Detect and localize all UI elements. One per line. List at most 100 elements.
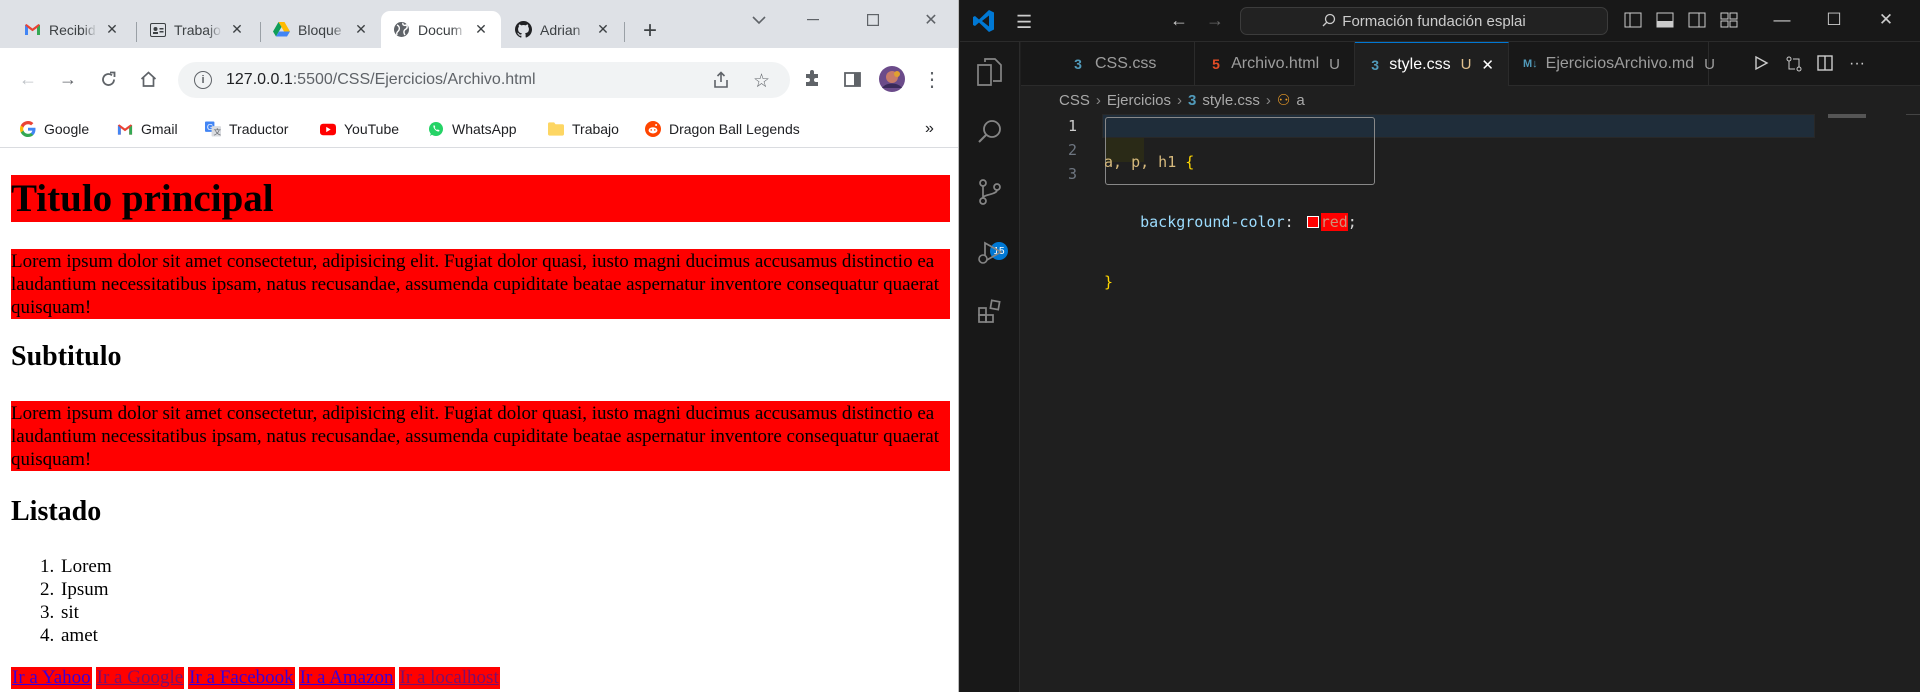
tab-label: EjerciciosArchivo.md (1545, 55, 1695, 72)
close-window-icon[interactable]: ✕ (916, 8, 946, 32)
bookmark-star-icon[interactable]: ☆ (753, 70, 770, 93)
split-editor-icon[interactable] (1817, 55, 1835, 73)
editor-tabs: 3 CSS.css 5 Archivo.html U 3 style.css U… (1021, 42, 1920, 86)
link-google[interactable]: Ir a Google (95, 667, 185, 689)
list-item: 2. Ipsum (40, 578, 112, 601)
search-icon[interactable] (972, 114, 1008, 150)
close-window-icon[interactable]: ✕ (1866, 10, 1906, 30)
tab-title: Adrian (540, 21, 581, 38)
bookmark-traductor[interactable]: G文 Traductor (205, 116, 288, 142)
link-facebook[interactable]: Ir a Facebook (188, 667, 295, 689)
breadcrumb-item[interactable]: a (1296, 92, 1304, 109)
css-file-icon: 3 (1074, 56, 1082, 72)
paragraph-1: Lorem ipsum dolor sit amet consectetur, … (11, 249, 950, 319)
tab-github[interactable]: Adrian ✕ (503, 11, 623, 48)
forward-icon[interactable]: → (54, 65, 82, 93)
gmail-icon (117, 121, 133, 137)
bookmark-folder-trabajo[interactable]: Trabajo (548, 116, 619, 142)
back-icon[interactable]: ← (1170, 10, 1188, 31)
compare-changes-icon[interactable] (1785, 55, 1803, 73)
close-icon[interactable]: ✕ (353, 21, 369, 38)
command-center-search[interactable]: Formación fundación esplai (1240, 7, 1608, 35)
link-yahoo[interactable]: Ir a Yahoo (11, 667, 92, 689)
subheading-listado: Listado (11, 496, 102, 527)
tab-css-css[interactable]: 3 CSS.css (1055, 42, 1195, 86)
hamburger-menu-icon[interactable]: ☰ (1016, 12, 1038, 32)
address-bar[interactable]: i 127.0.0.1:5500/CSS/Ejercicios/Archivo.… (178, 62, 790, 98)
breadcrumb-item[interactable]: Ejercicios (1107, 92, 1171, 109)
customize-layout-icon[interactable] (1720, 11, 1738, 29)
tab-trabajo[interactable]: Trabajo ✕ (137, 11, 257, 48)
code-editor[interactable]: a, p, h1 { background-color: red; } (1104, 114, 1357, 330)
tab-style-css[interactable]: 3 style.css U ✕ (1355, 42, 1509, 86)
breadcrumb-item[interactable]: style.css (1202, 92, 1260, 109)
svg-text:文: 文 (213, 127, 221, 137)
share-icon[interactable] (712, 71, 730, 94)
search-icon (1322, 13, 1336, 30)
chevron-right-icon: › (1095, 91, 1101, 109)
bookmarks-overflow-button[interactable]: » (925, 116, 934, 142)
breadcrumb-item[interactable]: CSS (1059, 92, 1090, 109)
css-file-icon: 3 (1371, 56, 1380, 73)
close-icon[interactable]: ✕ (595, 21, 611, 38)
new-tab-button[interactable]: + (636, 17, 664, 45)
google-icon (20, 121, 36, 137)
bookmark-gmail[interactable]: Gmail (117, 116, 178, 142)
bookmark-youtube[interactable]: YouTube (320, 116, 399, 142)
bookmark-label: WhatsApp (452, 121, 517, 137)
tab-archivo-html[interactable]: 5 Archivo.html U (1195, 42, 1355, 86)
links-row: Ir a Yahoo Ir a Google Ir a Facebook Ir … (11, 667, 504, 689)
code-line: background-color: red; (1104, 210, 1357, 234)
link-amazon[interactable]: Ir a Amazon (298, 667, 395, 689)
maximize-icon[interactable] (858, 8, 888, 32)
reload-icon[interactable] (94, 65, 122, 93)
explorer-files-icon[interactable] (972, 54, 1008, 90)
css-property: background-color (1140, 213, 1285, 231)
tab-strip: Recibid ✕ Trabajo ✕ Bloque ✕ Docum ✕ Adr… (0, 0, 958, 48)
bookmark-google[interactable]: Google (20, 116, 89, 142)
color-swatch-icon[interactable] (1306, 216, 1319, 228)
open-brace: { (1185, 153, 1195, 171)
side-panel-icon[interactable] (838, 65, 866, 93)
chevron-right-icon: › (1265, 91, 1271, 109)
home-icon[interactable] (134, 65, 162, 93)
minimize-icon[interactable]: — (1762, 10, 1802, 30)
reddit-icon (645, 121, 661, 137)
back-icon[interactable]: ← (14, 65, 42, 93)
gmail-icon (24, 21, 41, 38)
minimap[interactable] (1828, 114, 1866, 118)
avatar[interactable] (878, 65, 906, 93)
contact-icon (149, 21, 166, 38)
link-localhost[interactable]: Ir a localhost (398, 667, 500, 689)
extensions-icon[interactable] (798, 65, 826, 93)
extensions-icon[interactable] (972, 294, 1008, 330)
tab-ejercicios-md[interactable]: M↓ EjerciciosArchivo.md U (1509, 42, 1715, 86)
forward-icon[interactable]: → (1206, 10, 1224, 31)
close-icon[interactable]: ✕ (1481, 56, 1494, 74)
toggle-primary-sidebar-icon[interactable] (1624, 11, 1642, 29)
close-icon[interactable]: ✕ (473, 21, 489, 38)
tab-drive[interactable]: Bloque ✕ (261, 11, 381, 48)
tab-documento[interactable]: Docum ✕ (381, 11, 501, 48)
minimize-icon[interactable] (798, 8, 828, 32)
close-icon[interactable]: ✕ (104, 21, 120, 38)
source-control-icon[interactable] (972, 174, 1008, 210)
tab-search-chevron-icon[interactable] (744, 8, 774, 32)
info-icon[interactable]: i (194, 71, 212, 89)
tab-gmail[interactable]: Recibid ✕ (12, 11, 132, 48)
url-text[interactable]: 127.0.0.1:5500/CSS/Ejercicios/Archivo.ht… (226, 71, 536, 89)
list-number: 3. (40, 602, 55, 623)
toggle-panel-icon[interactable] (1656, 11, 1674, 29)
toggle-secondary-sidebar-icon[interactable] (1688, 11, 1706, 29)
bookmark-whatsapp[interactable]: WhatsApp (428, 116, 517, 142)
bookmark-dragon-ball-legends[interactable]: Dragon Ball Legends (645, 116, 800, 142)
run-icon[interactable] (1753, 55, 1771, 73)
browser-window: Recibid ✕ Trabajo ✕ Bloque ✕ Docum ✕ Adr… (0, 0, 959, 692)
run-debug-icon[interactable] (972, 234, 1008, 270)
close-icon[interactable]: ✕ (229, 21, 245, 38)
more-actions-icon[interactable]: ··· (1849, 55, 1867, 73)
web-page-content: Titulo principal Lorem ipsum dolor sit a… (0, 148, 958, 692)
line-number: 3 (1067, 165, 1077, 183)
maximize-icon[interactable]: ☐ (1814, 10, 1854, 30)
more-menu-icon[interactable]: ⋮ (918, 65, 946, 93)
